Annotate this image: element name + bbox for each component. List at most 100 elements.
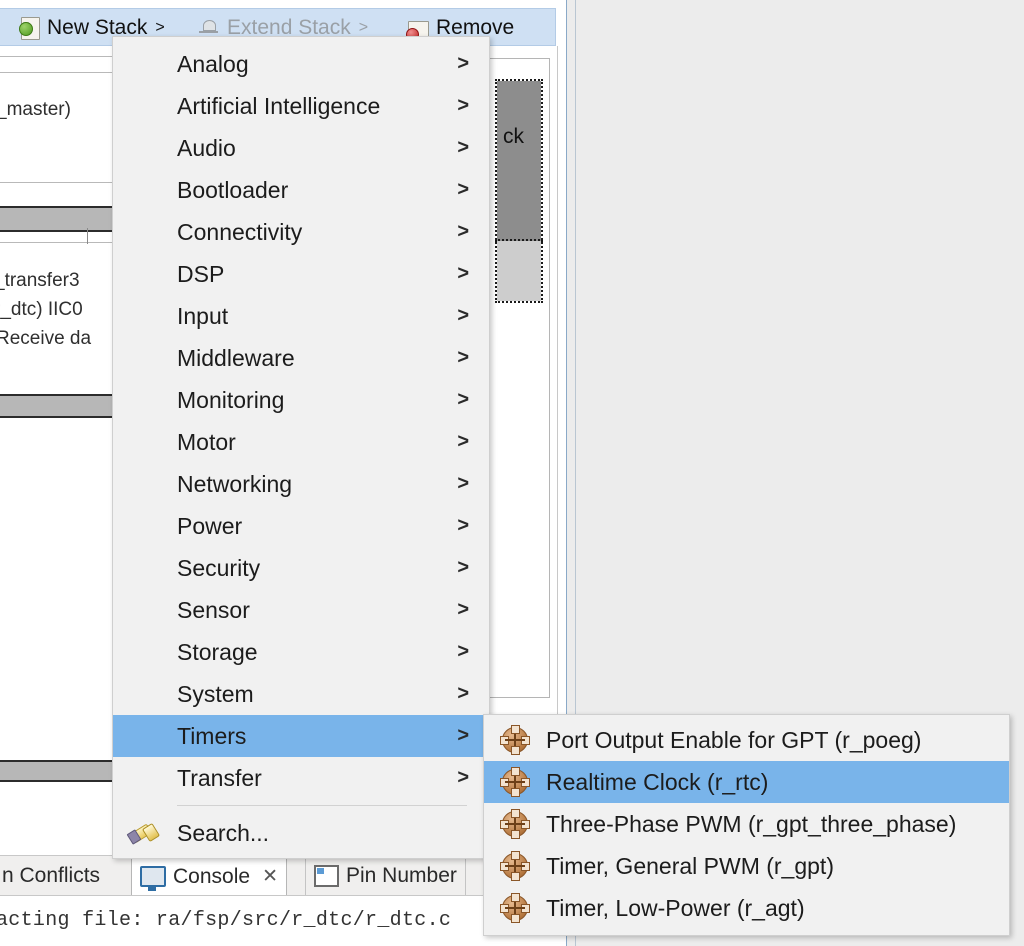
selected-stack-module[interactable]: ck [488,58,550,698]
module-target-icon [500,809,530,839]
submenu-item-poeg[interactable]: Port Output Enable for GPT (r_poeg) [484,719,1009,761]
chevron-right-icon: > [457,346,469,369]
submenu-item-gpt-three-phase[interactable]: Three-Phase PWM (r_gpt_three_phase) [484,803,1009,845]
chevron-right-icon: > [457,94,469,117]
console-output-line: acting file: ra/fsp/src/r_dtc/r_dtc.c [0,909,452,932]
tab-conflicts[interactable]: n Conflicts [0,856,108,895]
menu-item-label: Middleware [177,344,295,371]
chevron-right-icon: > [457,178,469,201]
flashlight-search-icon [126,820,161,846]
tab-pin-number[interactable]: Pin Number [305,856,466,895]
menu-item-monitoring[interactable]: Monitoring > [113,379,489,421]
menu-item-label: DSP [177,260,225,287]
submenu-item-label: Timer, General PWM (r_gpt) [546,852,834,879]
chevron-right-icon: > [457,598,469,621]
chevron-right-icon: > [457,766,469,789]
canvas-fragment-2: r_dtc) IIC0 [0,299,83,320]
menu-item-label: Timers [177,722,247,749]
menu-item-input[interactable]: Input > [113,295,489,337]
chevron-right-icon: > [457,304,469,327]
menu-item-analog[interactable]: Analog > [113,43,489,85]
menu-item-label: Input [177,302,229,329]
menu-item-dsp[interactable]: DSP > [113,253,489,295]
submenu-item-label: Three-Phase PWM (r_gpt_three_phase) [546,810,957,837]
menu-item-networking[interactable]: Networking > [113,463,489,505]
submenu-item-gpt[interactable]: Timer, General PWM (r_gpt) [484,845,1009,887]
canvas-bar-1 [0,206,116,232]
menu-item-timers[interactable]: Timers > [113,715,489,757]
selected-stack-block[interactable]: ck [495,79,543,243]
menu-item-label: Audio [177,134,236,161]
chevron-right-icon: > [155,19,165,36]
menu-item-label: Search... [177,819,270,846]
canvas-bar-3 [0,760,116,782]
menu-item-label: Power [177,512,243,539]
menu-item-motor[interactable]: Motor > [113,421,489,463]
module-target-icon [500,851,530,881]
tab-pin-number-label: Pin Number [346,864,457,887]
new-stack-context-menu: Analog > Artificial Intelligence > Audio… [112,36,490,859]
canvas-fragment-1: _transfer3 [0,270,80,291]
chevron-right-icon: > [358,19,369,36]
menu-item-system[interactable]: System > [113,673,489,715]
chevron-right-icon: > [457,724,469,747]
menu-item-label: Storage [177,638,258,665]
menu-item-power[interactable]: Power > [113,505,489,547]
canvas-fragment-0: _master) [0,99,71,120]
chevron-right-icon: > [457,640,469,663]
chevron-right-icon: > [457,682,469,705]
submenu-item-label: Realtime Clock (r_rtc) [546,768,769,795]
chevron-right-icon: > [457,388,469,411]
menu-item-storage[interactable]: Storage > [113,631,489,673]
chevron-right-icon: > [457,514,469,537]
module-target-icon [500,725,530,755]
submenu-item-label: Timer, Low-Power (r_agt) [546,894,805,921]
chevron-right-icon: > [457,220,469,243]
chevron-right-icon: > [457,556,469,579]
menu-item-label: Connectivity [177,218,303,245]
module-target-icon [500,893,530,923]
console-icon [140,866,166,891]
chevron-right-icon: > [457,52,469,75]
tab-console-label: Console [173,864,251,888]
chevron-right-icon: > [457,430,469,453]
chevron-right-icon: > [457,472,469,495]
selected-stack-block-secondary[interactable] [495,239,543,303]
chevron-right-icon: > [457,262,469,285]
menu-item-label: Transfer [177,764,262,791]
menu-item-label: Artificial Intelligence [177,92,381,119]
menu-item-label: Motor [177,428,236,455]
tab-conflicts-label: n Conflicts [2,863,101,887]
new-document-icon [19,16,40,40]
menu-item-transfer[interactable]: Transfer > [113,757,489,799]
bottom-tab-bar: n Conflicts Console ✕ Pin Number [0,855,556,896]
menu-item-bootloader[interactable]: Bootloader > [113,169,489,211]
menu-item-label: Analog [177,50,249,77]
close-icon[interactable]: ✕ [262,865,278,888]
menu-item-label: Networking [177,470,293,497]
menu-item-security[interactable]: Security > [113,547,489,589]
tab-console[interactable]: Console ✕ [131,856,287,895]
selected-stack-label: ck [503,125,524,148]
submenu-item-rtc[interactable]: Realtime Clock (r_rtc) [484,761,1009,803]
menu-item-artificial-intelligence[interactable]: Artificial Intelligence > [113,85,489,127]
menu-item-label: Security [177,554,261,581]
menu-item-label: Bootloader [177,176,289,203]
menu-item-middleware[interactable]: Middleware > [113,337,489,379]
menu-item-label: System [177,680,254,707]
menu-item-label: Monitoring [177,386,285,413]
submenu-item-label: Port Output Enable for GPT (r_poeg) [546,726,922,753]
menu-item-label: Sensor [177,596,250,623]
timers-submenu: Port Output Enable for GPT (r_poeg) Real… [483,714,1010,936]
console-output-pane[interactable]: acting file: ra/fsp/src/r_dtc/r_dtc.c [0,895,556,946]
ide-window: _master) _transfer3 r_dtc) IIC0 Receive … [0,0,1024,946]
menu-item-sensor[interactable]: Sensor > [113,589,489,631]
chevron-right-icon: > [457,136,469,159]
menu-item-connectivity[interactable]: Connectivity > [113,211,489,253]
menu-item-search[interactable]: Search... [113,812,489,854]
menu-item-audio[interactable]: Audio > [113,127,489,169]
canvas-bar-2 [0,394,116,418]
pin-number-icon [314,865,339,887]
module-target-icon [500,767,530,797]
submenu-item-agt[interactable]: Timer, Low-Power (r_agt) [484,887,1009,929]
